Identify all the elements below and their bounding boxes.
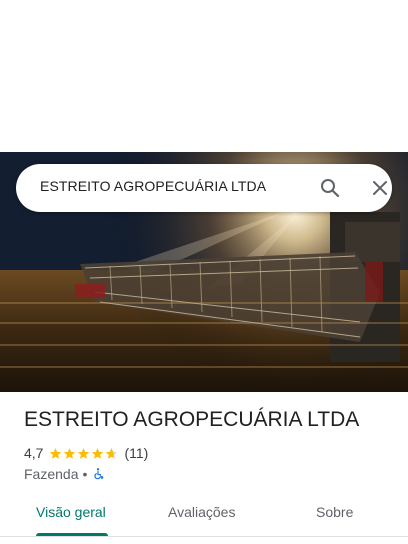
tab-overview[interactable]: Visão geral bbox=[36, 504, 106, 520]
star-half-icon bbox=[106, 447, 118, 459]
star-icon bbox=[64, 447, 76, 459]
review-count[interactable]: (11) bbox=[124, 445, 148, 461]
star-rating bbox=[49, 447, 119, 460]
place-category: Fazenda bbox=[24, 466, 79, 482]
star-icon bbox=[78, 447, 90, 459]
category-row: Fazenda • bbox=[24, 465, 105, 483]
rating-row[interactable]: 4,7 (11) bbox=[24, 444, 148, 462]
place-title: ESTREITO AGROPECUÁRIA LTDA bbox=[24, 408, 360, 431]
wheelchair-icon bbox=[94, 468, 104, 480]
tab-reviews[interactable]: Avaliações bbox=[168, 504, 235, 520]
rating-value: 4,7 bbox=[24, 445, 44, 461]
tab-about[interactable]: Sobre bbox=[316, 504, 353, 520]
search-query-text[interactable]: ESTREITO AGROPECUÁRIA LTDA bbox=[40, 178, 266, 194]
tabs-divider bbox=[0, 536, 408, 537]
close-icon[interactable] bbox=[368, 176, 392, 200]
map-area-blank bbox=[0, 0, 408, 152]
search-icon[interactable] bbox=[318, 176, 342, 200]
star-icon bbox=[92, 447, 104, 459]
search-bar[interactable]: ESTREITO AGROPECUÁRIA LTDA bbox=[16, 164, 392, 212]
star-icon bbox=[50, 447, 62, 459]
place-tabs: Visão geral Avaliações Sobre bbox=[0, 492, 408, 536]
separator-dot: • bbox=[82, 466, 88, 482]
